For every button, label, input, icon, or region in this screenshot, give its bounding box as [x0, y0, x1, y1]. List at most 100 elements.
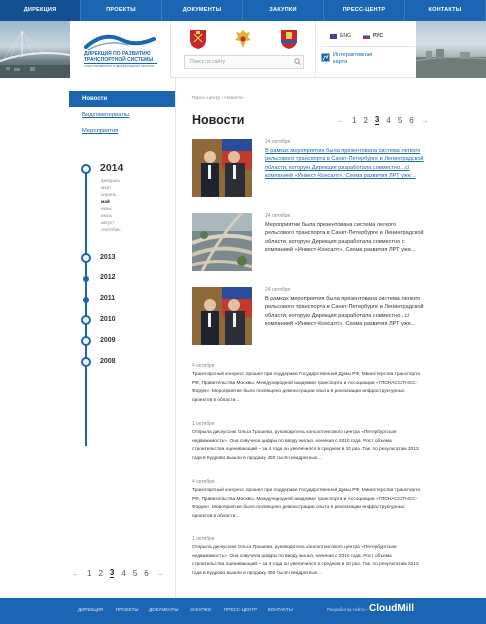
- developer-label: Разработка сайта –: [327, 607, 369, 612]
- header-bridge-photo: [0, 21, 70, 78]
- news-date: 24 октября: [265, 139, 291, 145]
- month-item-active[interactable]: май: [101, 199, 110, 204]
- news-text-link[interactable]: В рамках мероприятия была презентована с…: [265, 147, 425, 181]
- search-icon[interactable]: [294, 58, 301, 65]
- page-2[interactable]: 2: [98, 569, 102, 578]
- timeline-line: [85, 168, 87, 446]
- lang-en[interactable]: ENG: [330, 33, 351, 39]
- footer-link-purchases[interactable]: ЗАКУПКИ: [190, 607, 211, 612]
- developer-brand-logo[interactable]: CloudMill: [369, 603, 414, 614]
- timeline-node-2014[interactable]: [81, 164, 91, 174]
- russia-flag-icon: [363, 33, 370, 39]
- news-date: 24 октября: [265, 287, 291, 293]
- footer-link-direction[interactable]: ДИРЕКЦИЯ: [78, 607, 103, 612]
- interactive-map-link[interactable]: Интерактивная карта: [333, 52, 385, 66]
- logo[interactable]: ДИРЕКЦИЯ ПО РАЗВИТИЮ ТРАНСПОРТНОЙ СИСТЕМ…: [70, 21, 171, 78]
- sidebar: Новости Видеоматериалы Мероприятия 2014 …: [0, 78, 176, 598]
- timeline-node-2013[interactable]: [81, 253, 91, 263]
- crests-area: Поиск по сайту: [171, 21, 316, 78]
- page-2[interactable]: 2: [363, 116, 367, 125]
- footer: ДИРЕКЦИЯ ПРОЕКТЫ ДОКУМЕНТЫ ЗАКУПКИ ПРЕСС…: [0, 598, 486, 624]
- lang-ru-label: РУС: [373, 33, 383, 39]
- page-4[interactable]: 4: [386, 116, 390, 125]
- page-3-active[interactable]: 3: [374, 115, 380, 125]
- language-and-map: ENG РУС Интерактивная карта: [316, 21, 416, 78]
- spb-crest-icon: [190, 30, 206, 49]
- nav-item-projects[interactable]: ПРОЕКТЫ: [81, 0, 162, 21]
- footer-link-documents[interactable]: ДОКУМЕНТЫ: [149, 607, 178, 612]
- news-thumbnail[interactable]: [192, 287, 252, 345]
- page-5[interactable]: 5: [398, 116, 402, 125]
- news-text[interactable]: Мероприятии была презентована система ле…: [265, 221, 425, 255]
- next-arrow-icon[interactable]: →: [421, 116, 429, 125]
- month-item[interactable]: сентябрь: [101, 227, 121, 232]
- nav-item-contacts[interactable]: КОНТАКТЫ: [405, 0, 486, 21]
- footer-link-contacts[interactable]: КОНТАКТЫ: [268, 607, 293, 612]
- news-thumbnail[interactable]: [192, 213, 252, 271]
- sidebar-item-news[interactable]: Новости: [69, 91, 175, 107]
- month-item[interactable]: июнь: [101, 206, 112, 211]
- page-6[interactable]: 6: [144, 569, 148, 578]
- lang-ru[interactable]: РУС: [363, 33, 383, 39]
- top-navigation: ДИРЕКЦИЯ ПРОЕКТЫ ДОКУМЕНТЫ ЗАКУПКИ ПРЕСС…: [0, 0, 486, 21]
- page-5[interactable]: 5: [133, 569, 137, 578]
- nav-item-purchases[interactable]: ЗАКУПКИ: [243, 0, 324, 21]
- prev-arrow-icon[interactable]: ←: [337, 116, 345, 125]
- page-3-active[interactable]: 3: [109, 568, 115, 578]
- logo-title: ДИРЕКЦИЯ ПО РАЗВИТИЮ ТРАНСПОРТНОЙ СИСТЕМ…: [84, 51, 154, 63]
- breadcrumb[interactable]: Пресс-центр › Новости: [192, 96, 243, 101]
- year-2014[interactable]: 2014: [100, 162, 123, 174]
- news-text[interactable]: Открыла дискуссию Ольга Трошева, руковод…: [192, 544, 425, 578]
- page-1[interactable]: 1: [87, 569, 91, 578]
- nav-item-documents[interactable]: ДОКУМЕНТЫ: [162, 0, 243, 21]
- logo-subtitle: САНКТ-ПЕТЕРБУРГА И ЛЕНИНГРАДСКОЙ ОБЛАСТИ: [84, 64, 155, 68]
- timeline-node-2010[interactable]: [81, 315, 91, 325]
- page-6[interactable]: 6: [409, 116, 413, 125]
- month-item[interactable]: апрель: [101, 192, 116, 197]
- footer-link-press-center[interactable]: ПРЕСС-ЦЕНТР: [224, 607, 257, 612]
- news-thumbnail[interactable]: [192, 139, 252, 197]
- timeline-node-2012[interactable]: [83, 276, 89, 282]
- page-title: Новости: [192, 113, 245, 127]
- search-input[interactable]: Поиск по сайту: [184, 55, 304, 69]
- year-2008[interactable]: 2008: [100, 358, 116, 365]
- nav-item-press-center[interactable]: ПРЕСС-ЦЕНТР: [324, 0, 405, 21]
- footer-link-projects[interactable]: ПРОЕКТЫ: [116, 607, 138, 612]
- month-item[interactable]: февраль: [101, 178, 120, 183]
- news-text[interactable]: Открыла дискуссию Ольга Трошева, руковод…: [192, 429, 425, 463]
- logo-swoosh-icon: [84, 34, 156, 51]
- timeline-node-2008[interactable]: [81, 357, 91, 367]
- page-4[interactable]: 4: [121, 569, 125, 578]
- year-2010[interactable]: 2010: [100, 316, 116, 323]
- news-text[interactable]: Транспортный конгресс прошел при поддерж…: [192, 487, 425, 521]
- site-header: ДИРЕКЦИЯ ПО РАЗВИТИЮ ТРАНСПОРТНОЙ СИСТЕМ…: [0, 21, 486, 78]
- map-icon: [321, 53, 330, 62]
- year-2009[interactable]: 2009: [100, 337, 116, 344]
- year-2011[interactable]: 2011: [100, 295, 115, 302]
- timeline-node-2011[interactable]: [83, 297, 89, 303]
- news-text[interactable]: Транспортный конгресс прошел при поддерж…: [192, 371, 425, 405]
- sidebar-divider: [175, 78, 176, 598]
- news-date: 1 октября: [192, 536, 215, 542]
- month-item[interactable]: август: [101, 220, 114, 225]
- timeline-node-2009[interactable]: [81, 336, 91, 346]
- next-arrow-icon[interactable]: →: [156, 569, 164, 578]
- year-2013[interactable]: 2013: [100, 254, 116, 261]
- news-date: 1 октября: [192, 421, 215, 427]
- news-date: 4 октября: [192, 363, 215, 369]
- page-1[interactable]: 1: [352, 116, 356, 125]
- sidebar-item-events[interactable]: Мероприятия: [82, 128, 118, 134]
- pagination-top: ← 1 2 3 4 5 6 →: [337, 115, 429, 125]
- news-text[interactable]: В рамках мероприятия была презентована с…: [265, 295, 425, 329]
- year-2012[interactable]: 2012: [100, 274, 116, 281]
- pagination-bottom: ← 1 2 3 4 5 6 →: [72, 568, 164, 578]
- sidebar-item-videos[interactable]: Видеоматериалы: [82, 112, 129, 118]
- prev-arrow-icon[interactable]: ←: [72, 569, 80, 578]
- news-date: 4 октября: [192, 479, 215, 485]
- nav-item-direction[interactable]: ДИРЕКЦИЯ: [0, 0, 81, 21]
- month-item[interactable]: март: [101, 185, 111, 190]
- month-item[interactable]: июль: [101, 213, 112, 218]
- uk-flag-icon: [330, 33, 337, 39]
- russia-crest-icon: [235, 30, 251, 48]
- lenobl-crest-icon: [281, 30, 297, 49]
